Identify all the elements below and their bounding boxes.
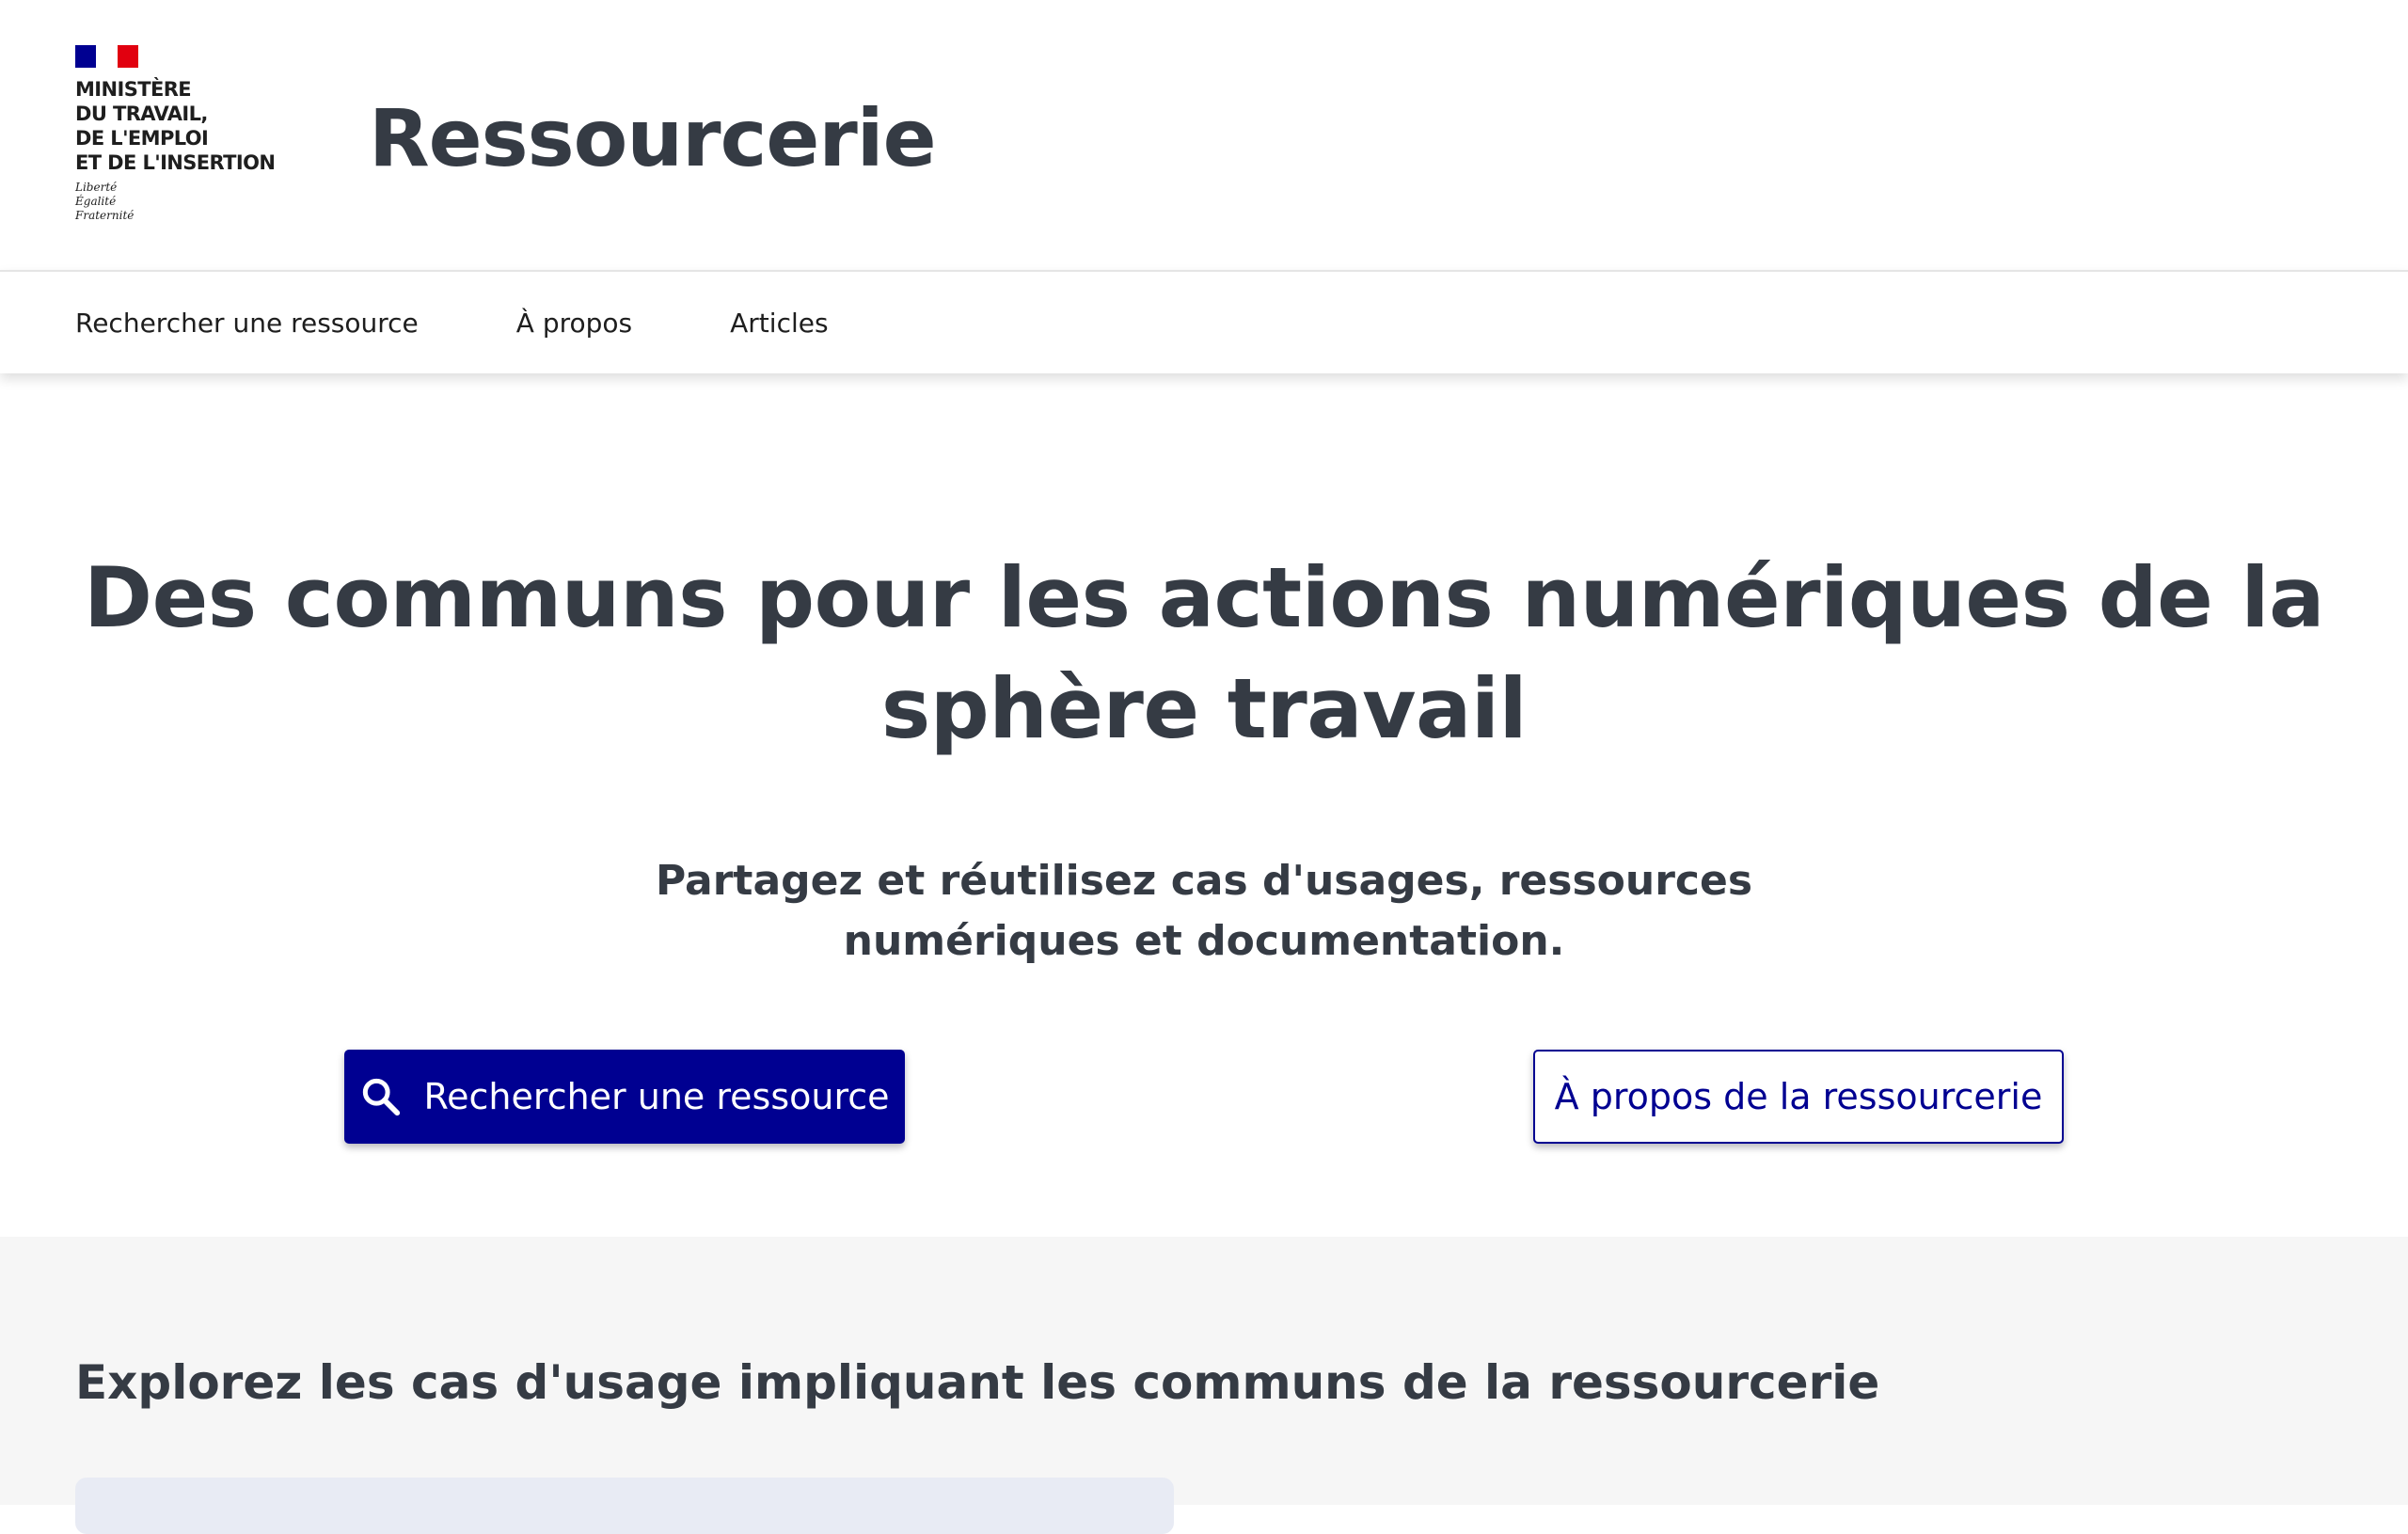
- ministry-line: ET DE L'INSERTION: [75, 151, 276, 174]
- ministry-name: MINISTÈRE DU TRAVAIL, DE L'EMPLOI ET DE …: [75, 77, 276, 175]
- motto-line: Liberté: [75, 181, 118, 194]
- motto-line: Égalité: [75, 195, 117, 208]
- republic-motto: Liberté Égalité Fraternité: [75, 181, 134, 223]
- search-icon: [363, 1078, 401, 1116]
- hero-title: Des communs pour les actions numériques …: [84, 549, 2324, 757]
- nav-item-about[interactable]: À propos: [516, 308, 632, 339]
- marianne-flag-icon: [75, 45, 138, 68]
- site-header: MINISTÈRE DU TRAVAIL, DE L'EMPLOI ET DE …: [0, 0, 2408, 270]
- main-navigation: Rechercher une ressource À propos Articl…: [0, 270, 2408, 373]
- hero-section: Des communs pour les actions numériques …: [0, 373, 2408, 1237]
- search-resource-button-label: Rechercher une ressource: [423, 1076, 890, 1117]
- search-resource-button[interactable]: Rechercher une ressource: [344, 1050, 905, 1144]
- explore-title: Explorez les cas d'usage impliquant les …: [75, 1355, 1880, 1410]
- about-ressourcerie-button[interactable]: À propos de la ressourcerie: [1533, 1050, 2064, 1144]
- use-case-card[interactable]: [75, 1478, 1174, 1534]
- ministry-line: MINISTÈRE: [75, 78, 192, 101]
- nav-item-articles[interactable]: Articles: [730, 308, 828, 339]
- ministry-line: DU TRAVAIL,: [75, 103, 208, 125]
- nav-item-search[interactable]: Rechercher une ressource: [75, 308, 419, 339]
- ministry-logo[interactable]: MINISTÈRE DU TRAVAIL, DE L'EMPLOI ET DE …: [75, 45, 301, 233]
- explore-section: Explorez les cas d'usage impliquant les …: [0, 1237, 2408, 1534]
- ministry-line: DE L'EMPLOI: [75, 127, 209, 150]
- site-title[interactable]: Ressourcerie: [369, 87, 937, 190]
- hero-subtitle: Partagez et réutilisez cas d'usages, res…: [655, 857, 1753, 965]
- motto-line: Fraternité: [75, 209, 135, 222]
- about-ressourcerie-button-label: À propos de la ressourcerie: [1554, 1076, 2043, 1117]
